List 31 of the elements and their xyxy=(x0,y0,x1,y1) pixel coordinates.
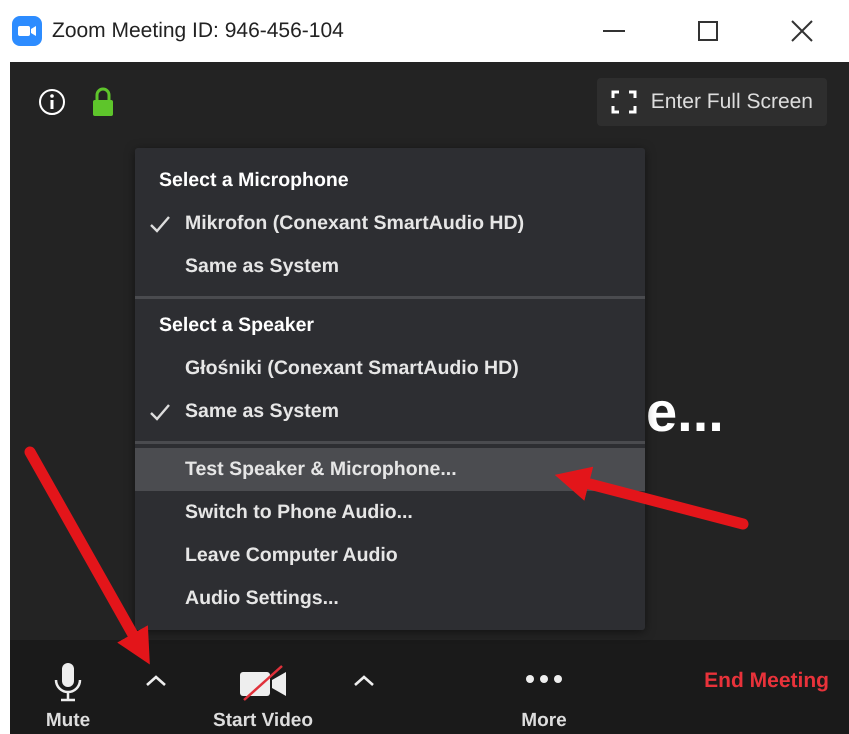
caret-icon xyxy=(353,675,375,687)
window-title: Zoom Meeting ID: 946-456-104 xyxy=(52,19,345,43)
enter-full-screen-button[interactable]: Enter Full Screen xyxy=(596,78,827,126)
maximize-icon xyxy=(698,21,718,41)
participant-name: e... xyxy=(646,378,724,444)
menu-item[interactable]: Leave Computer Audio xyxy=(135,534,645,577)
menu-item[interactable]: Test Speaker & Microphone... xyxy=(135,448,645,491)
menu-header: Select a Speaker xyxy=(158,312,316,338)
fullscreen-icon xyxy=(610,90,637,114)
menu-item[interactable]: Mikrofon (Conexant SmartAudio HD) xyxy=(135,202,645,245)
check-icon xyxy=(149,402,171,420)
end-meeting-button[interactable]: End Meeting xyxy=(698,668,835,694)
menu-header: Select a Microphone xyxy=(158,168,350,192)
caret-icon xyxy=(145,675,167,687)
menu-item[interactable]: Głośniki (Conexant SmartAudio HD) xyxy=(135,347,645,390)
more-button[interactable]: More xyxy=(514,640,574,734)
menu-item[interactable]: Same as System xyxy=(135,245,645,288)
mute-button[interactable]: Mute xyxy=(38,640,98,734)
start-video-button[interactable]: Start Video xyxy=(198,640,328,734)
close-icon xyxy=(791,20,813,42)
video-off-icon xyxy=(238,664,288,702)
microphone-icon xyxy=(53,662,83,702)
menu-item[interactable]: Switch to Phone Audio... xyxy=(135,491,645,534)
menu-item[interactable]: Same as System xyxy=(135,390,645,433)
app-logo-icon xyxy=(12,16,42,46)
check-icon xyxy=(149,214,171,232)
info-icon[interactable] xyxy=(38,88,66,116)
minimize-icon xyxy=(603,30,625,32)
menu-item[interactable]: Audio Settings... xyxy=(135,577,645,620)
more-icon xyxy=(525,674,563,684)
lock-icon[interactable] xyxy=(92,87,114,117)
